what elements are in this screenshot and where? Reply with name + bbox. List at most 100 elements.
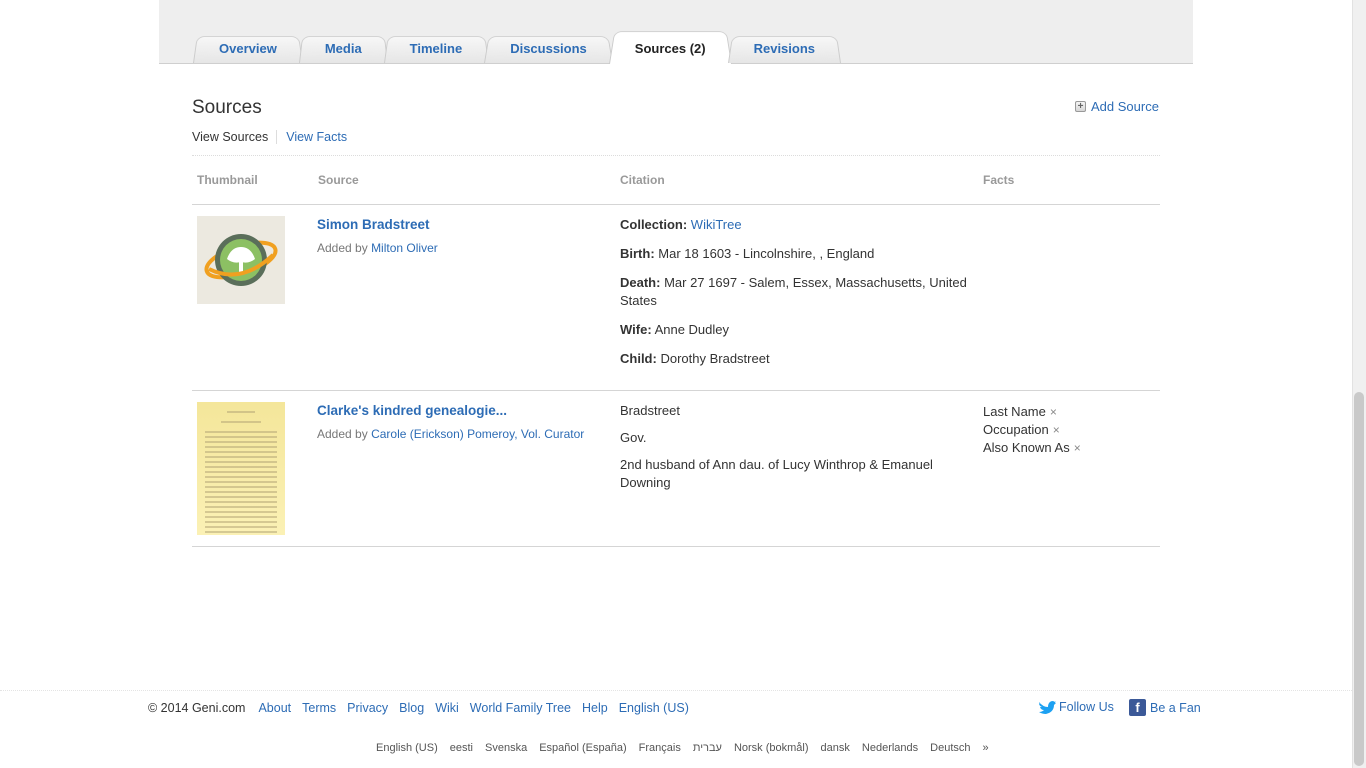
fact-item: Also Known As × <box>983 439 1081 457</box>
language-option[interactable]: English (US) <box>376 742 438 754</box>
added-by-user-link[interactable]: Carole (Erickson) Pomeroy, Vol. Curator <box>371 427 584 441</box>
language-option[interactable]: Svenska <box>485 742 527 754</box>
citation-line: Bradstreet <box>620 403 680 418</box>
fact-item: Last Name × <box>983 403 1081 421</box>
footer-links: © 2014 Geni.com About Terms Privacy Blog… <box>148 701 700 715</box>
citation-child: Child: Dorothy Bradstreet <box>620 350 980 368</box>
citation-death: Death: Mar 27 1697 - Salem, Essex, Massa… <box>620 274 980 310</box>
source-title-link[interactable]: Clarke's kindred genealogie... <box>317 403 507 418</box>
footer-link-terms[interactable]: Terms <box>302 701 336 715</box>
table-header-rule <box>192 204 1160 205</box>
fact-label: Last Name <box>983 404 1046 419</box>
footer-link-wiki[interactable]: Wiki <box>435 701 459 715</box>
citation-birth: Birth: Mar 18 1603 - Lincolnshire, , Eng… <box>620 245 980 263</box>
footer-link-world-family-tree[interactable]: World Family Tree <box>470 701 571 715</box>
sources-subnav: View Sources View Facts <box>192 130 347 144</box>
added-by-prefix: Added by <box>317 427 368 441</box>
be-a-fan-label: Be a Fan <box>1150 700 1201 715</box>
citation-collection: Collection: WikiTree <box>620 216 980 234</box>
view-facts-link[interactable]: View Facts <box>277 130 347 144</box>
tab-revisions-label: Revisions <box>753 41 816 56</box>
copyright: © 2014 Geni.com <box>148 701 246 715</box>
citation-label: Birth: <box>620 246 655 261</box>
language-option[interactable]: Français <box>639 742 681 754</box>
column-header-facts: Facts <box>983 173 1015 187</box>
row-divider <box>192 546 1160 547</box>
footer-link-help[interactable]: Help <box>582 701 608 715</box>
column-header-citation: Citation <box>620 173 665 187</box>
profile-tabs: Overview Media Timeline Discussions Sour… <box>193 28 837 64</box>
citation-label: Death: <box>620 275 661 290</box>
tab-sources-label: Sources (2) <box>634 41 706 56</box>
footer-link-language[interactable]: English (US) <box>619 701 689 715</box>
view-sources-current: View Sources <box>192 130 278 144</box>
tab-overview-label: Overview <box>219 41 277 56</box>
source-title-link[interactable]: Simon Bradstreet <box>317 217 430 232</box>
remove-fact-icon[interactable]: × <box>1074 441 1081 455</box>
added-by-user-link[interactable]: Milton Oliver <box>371 241 438 255</box>
tab-revisions[interactable]: Revisions <box>728 28 841 63</box>
tab-discussions[interactable]: Discussions <box>484 28 613 63</box>
language-option[interactable]: Español (España) <box>539 742 626 754</box>
section-title: Sources <box>192 97 262 118</box>
source-added-by: Added by Milton Oliver <box>317 241 438 255</box>
language-option[interactable]: עברית <box>693 742 722 754</box>
citation-wife: Wife: Anne Dudley <box>620 321 980 339</box>
footer-divider <box>0 690 1352 691</box>
remove-fact-icon[interactable]: × <box>1050 405 1057 419</box>
tab-overview[interactable]: Overview <box>193 28 303 63</box>
more-languages-link[interactable]: » <box>983 742 989 754</box>
citation-label: Child: <box>620 351 657 366</box>
citation-label: Collection: <box>620 217 688 232</box>
section-divider <box>192 155 1160 156</box>
footer-link-privacy[interactable]: Privacy <box>347 701 388 715</box>
tab-timeline-label: Timeline <box>409 41 463 56</box>
wikitree-logo-icon <box>204 234 278 286</box>
citation-line: 2nd husband of Ann dau. of Lucy Winthrop… <box>620 457 933 490</box>
add-source-link[interactable]: + Add Source <box>1075 99 1159 114</box>
column-header-source: Source <box>318 173 359 187</box>
be-a-fan-link[interactable]: f Be a Fan <box>1129 699 1201 716</box>
language-option[interactable]: dansk <box>821 742 850 754</box>
row-divider <box>192 390 1160 391</box>
add-source-label: Add Source <box>1091 99 1159 114</box>
citation-value: Mar 18 1603 - Lincolnshire, , England <box>658 246 875 261</box>
remove-fact-icon[interactable]: × <box>1053 423 1060 437</box>
tab-discussions-label: Discussions <box>510 41 587 56</box>
citation-value: Dorothy Bradstreet <box>660 351 770 366</box>
footer-link-blog[interactable]: Blog <box>399 701 424 715</box>
plus-box-icon: + <box>1075 101 1086 112</box>
citation-value: Mar 27 1697 - Salem, Essex, Massachusett… <box>620 275 967 308</box>
twitter-bird-icon <box>1039 701 1056 714</box>
facebook-icon: f <box>1129 699 1146 716</box>
fact-label: Occupation <box>983 422 1049 437</box>
fact-item: Occupation × <box>983 421 1081 439</box>
scrollbar-track[interactable] <box>1352 0 1366 768</box>
citation-label: Wife: <box>620 322 652 337</box>
language-option[interactable]: Norsk (bokmål) <box>734 742 809 754</box>
tab-sources[interactable]: Sources (2) <box>609 28 732 63</box>
facts-list: Last Name × Occupation × Also Known As × <box>983 403 1081 457</box>
collection-link[interactable]: WikiTree <box>691 217 742 232</box>
footer-link-about[interactable]: About <box>258 701 291 715</box>
source-thumbnail[interactable] <box>197 402 285 535</box>
citation-block: Collection: WikiTree Birth: Mar 18 1603 … <box>620 216 980 368</box>
added-by-prefix: Added by <box>317 241 368 255</box>
source-added-by: Added by Carole (Erickson) Pomeroy, Vol.… <box>317 427 584 441</box>
follow-us-label: Follow Us <box>1059 700 1114 714</box>
column-header-thumbnail: Thumbnail <box>197 173 258 187</box>
citation-line: Gov. <box>620 430 647 445</box>
tab-timeline[interactable]: Timeline <box>384 28 489 63</box>
document-page-icon <box>197 402 285 535</box>
language-option[interactable]: Deutsch <box>930 742 970 754</box>
scrollbar-thumb[interactable] <box>1354 392 1364 766</box>
language-option[interactable]: eesti <box>450 742 473 754</box>
citation-value: Anne Dudley <box>654 322 730 337</box>
tab-media[interactable]: Media <box>299 28 388 63</box>
follow-us-link[interactable]: Follow Us <box>1038 699 1114 715</box>
source-thumbnail[interactable] <box>197 216 285 304</box>
citation-block: Bradstreet Gov. 2nd husband of Ann dau. … <box>620 402 980 492</box>
language-option[interactable]: Nederlands <box>862 742 918 754</box>
tab-media-label: Media <box>324 41 362 56</box>
language-list: English (US) eesti Svenska Español (Espa… <box>376 742 1001 754</box>
